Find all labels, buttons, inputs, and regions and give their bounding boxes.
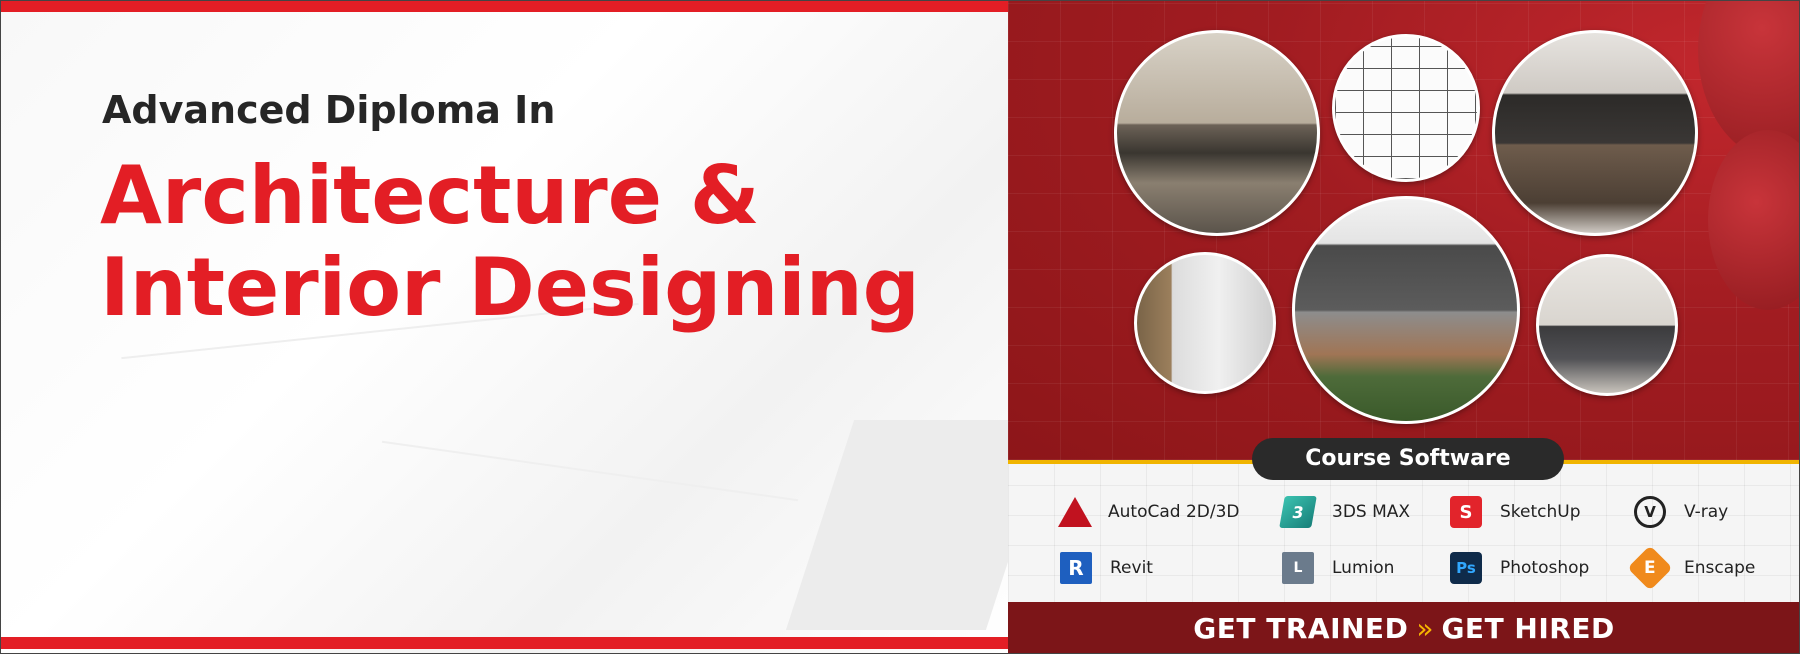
banner-frame (0, 0, 1800, 654)
